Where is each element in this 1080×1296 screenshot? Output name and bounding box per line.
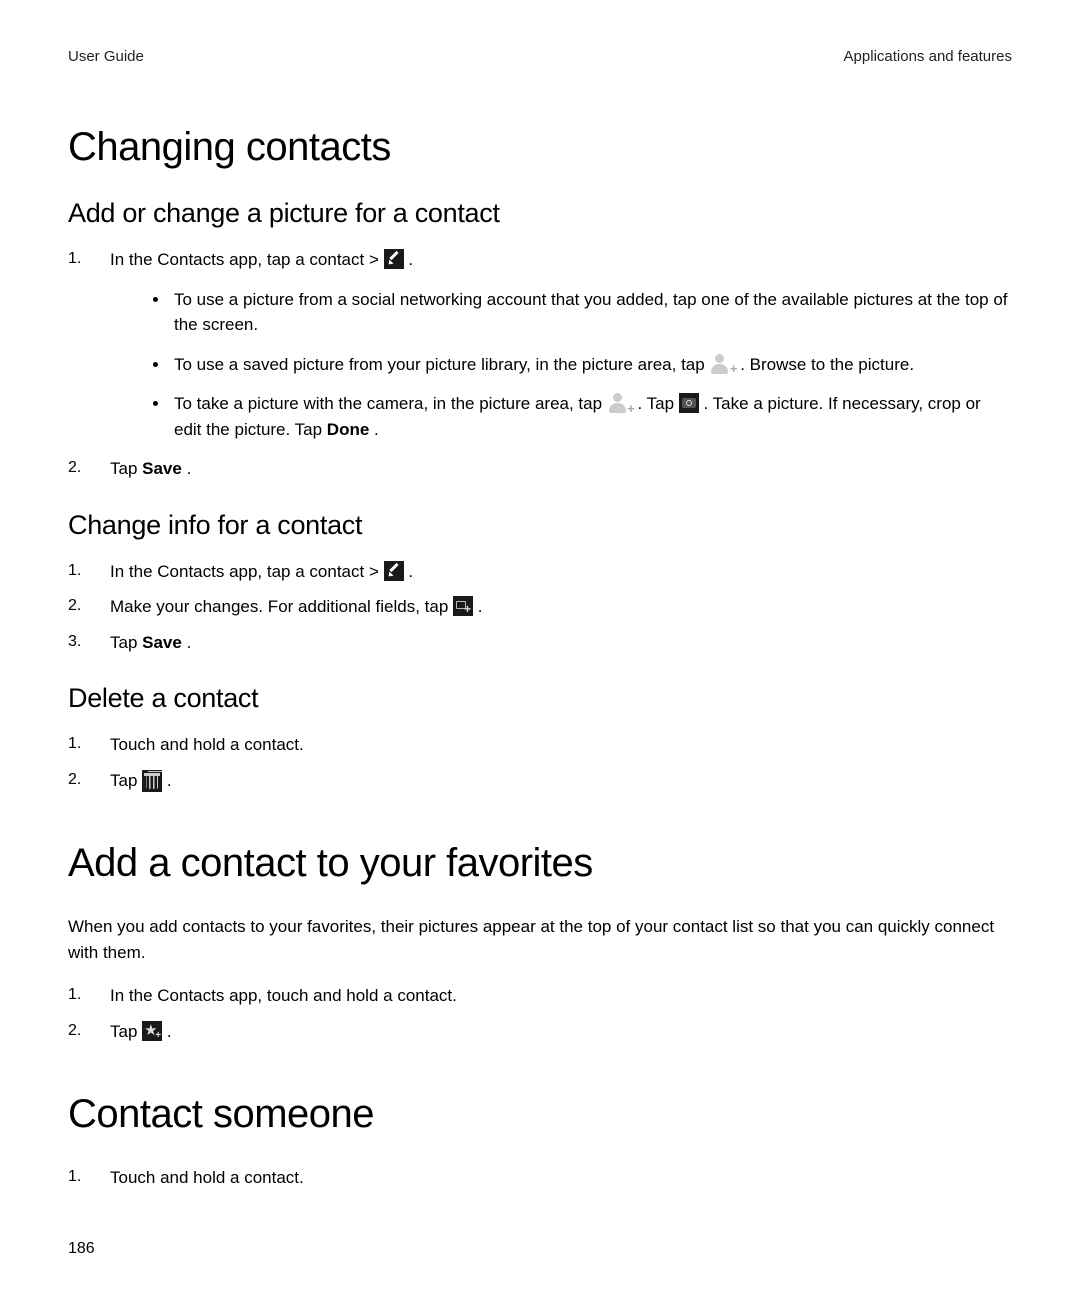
trash-icon — [142, 770, 162, 792]
step-text: Touch and hold a contact. — [110, 1168, 304, 1187]
step-text: Tap — [110, 1022, 142, 1041]
steps-add-change-picture: In the Contacts app, tap a contact > . T… — [68, 247, 1012, 482]
step-text: In the Contacts app, tap a contact > — [110, 250, 384, 269]
bullet-text: To use a picture from a social networkin… — [174, 290, 1008, 335]
favorite-star-icon — [142, 1021, 162, 1041]
steps-delete-contact: Touch and hold a contact. Tap . — [68, 732, 1012, 793]
step-text: Touch and hold a contact. — [110, 735, 304, 754]
page-header: User Guide Applications and features — [68, 48, 1012, 65]
step-text: . — [167, 1022, 172, 1041]
step-text: Tap — [110, 633, 142, 652]
steps-contact-someone: Touch and hold a contact. — [68, 1165, 1012, 1191]
document-page: User Guide Applications and features Cha… — [0, 0, 1080, 1296]
list-item: Tap . — [68, 768, 1012, 794]
bold-save: Save — [142, 633, 182, 652]
step-text: . — [187, 633, 192, 652]
header-left: User Guide — [68, 48, 144, 65]
bullet-text: . Tap — [638, 394, 679, 413]
steps-add-favorites: In the Contacts app, touch and hold a co… — [68, 983, 1012, 1044]
list-item: In the Contacts app, tap a contact > . — [68, 559, 1012, 585]
heading-delete-contact: Delete a contact — [68, 683, 1012, 714]
list-item: To use a saved picture from your picture… — [170, 352, 1012, 378]
bullet-text: . Browse to the picture. — [740, 355, 914, 374]
list-item: Tap . — [68, 1019, 1012, 1045]
heading-change-info: Change info for a contact — [68, 510, 1012, 541]
bold-save: Save — [142, 459, 182, 478]
sub-bullets: To use a picture from a social networkin… — [110, 287, 1012, 443]
camera-icon — [679, 393, 699, 413]
step-text: In the Contacts app, tap a contact > — [110, 562, 384, 581]
list-item: Make your changes. For additional fields… — [68, 594, 1012, 620]
edit-icon — [384, 561, 404, 581]
bullet-text: To take a picture with the camera, in th… — [174, 394, 607, 413]
step-text: . — [408, 250, 413, 269]
list-item: To use a picture from a social networkin… — [170, 287, 1012, 338]
list-item: Tap Save . — [68, 630, 1012, 656]
bold-done: Done — [327, 420, 370, 439]
list-item: Touch and hold a contact. — [68, 1165, 1012, 1191]
list-item: In the Contacts app, touch and hold a co… — [68, 983, 1012, 1009]
list-item: To take a picture with the camera, in th… — [170, 391, 1012, 442]
heading-add-favorites: Add a contact to your favorites — [68, 841, 1012, 886]
step-text: In the Contacts app, touch and hold a co… — [110, 986, 457, 1005]
step-text: Tap — [110, 771, 142, 790]
add-person-icon: + — [607, 393, 633, 415]
step-text: Make your changes. For additional fields… — [110, 597, 453, 616]
step-text: . — [408, 562, 413, 581]
heading-contact-someone: Contact someone — [68, 1092, 1012, 1137]
step-text: . — [478, 597, 483, 616]
favorites-paragraph: When you add contacts to your favorites,… — [68, 914, 1012, 965]
list-item: Tap Save . — [68, 456, 1012, 482]
step-text: . — [187, 459, 192, 478]
bullet-text: To use a saved picture from your picture… — [174, 355, 709, 374]
header-right: Applications and features — [844, 48, 1012, 65]
list-item: Touch and hold a contact. — [68, 732, 1012, 758]
list-item: In the Contacts app, tap a contact > . T… — [68, 247, 1012, 442]
heading-add-change-picture: Add or change a picture for a contact — [68, 198, 1012, 229]
heading-changing-contacts: Changing contacts — [68, 125, 1012, 170]
step-text: . — [167, 771, 172, 790]
page-number: 186 — [68, 1240, 95, 1258]
add-field-icon — [453, 596, 473, 616]
add-person-icon: + — [709, 354, 735, 376]
steps-change-info: In the Contacts app, tap a contact > . M… — [68, 559, 1012, 656]
edit-icon — [384, 249, 404, 269]
step-text: Tap — [110, 459, 142, 478]
bullet-text: . — [374, 420, 379, 439]
